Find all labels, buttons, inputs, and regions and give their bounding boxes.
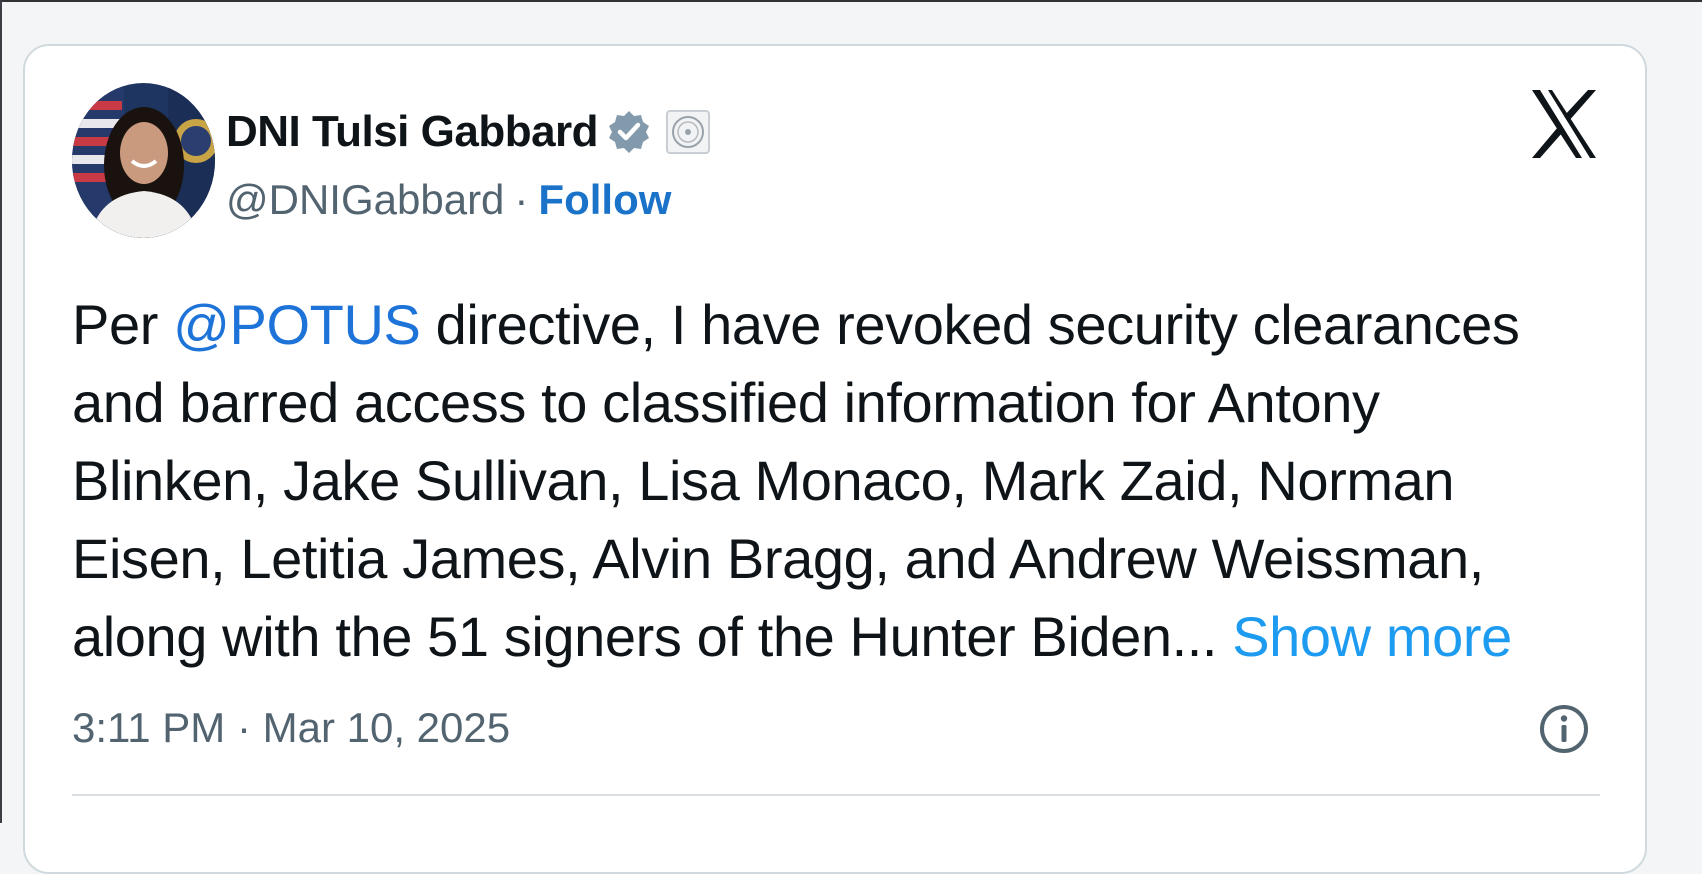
post-text-line-3: Blinken, Jake Sullivan, Lisa Monaco, Mar… [72,449,1455,512]
avatar[interactable] [72,83,215,238]
post-text: Per @POTUS directive, I have revoked sec… [72,286,1612,676]
avatar-photo-icon [72,83,215,238]
post-text-line-4: Eisen, Letitia James, Alvin Bragg, and A… [72,527,1484,590]
post-text-line-2: and barred access to classified informat… [72,371,1380,434]
frame-top-edge [0,0,1702,2]
post-text-segment: along with the 51 signers of the Hunter … [72,605,1233,668]
government-seal-icon [666,110,711,154]
author-name-row: DNI Tulsi Gabbard [226,104,711,160]
post-text-segment: directive, I have revoked security clear… [420,293,1520,356]
verified-badge-icon [606,109,652,155]
frame-left-edge [0,0,2,823]
post-timestamp[interactable]: 3:11 PM · Mar 10, 2025 [72,700,510,756]
follow-button[interactable]: Follow [538,176,671,224]
separator-dot: · [514,176,529,223]
info-icon[interactable] [1538,703,1590,755]
show-more-link[interactable]: Show more [1232,605,1512,668]
mention-link[interactable]: @POTUS [173,293,421,356]
post-text-segment: Per [72,293,174,356]
post-text-line-1: Per @POTUS directive, I have revoked sec… [72,286,1612,364]
author-handle-row: @DNIGabbard · Follow [226,174,671,226]
x-logo-icon[interactable] [1530,88,1598,160]
author-handle[interactable]: @DNIGabbard [226,176,504,224]
divider [72,794,1600,796]
post-text-line-5: along with the 51 signers of the Hunter … [72,598,1612,676]
author-display-name[interactable]: DNI Tulsi Gabbard [226,107,599,157]
